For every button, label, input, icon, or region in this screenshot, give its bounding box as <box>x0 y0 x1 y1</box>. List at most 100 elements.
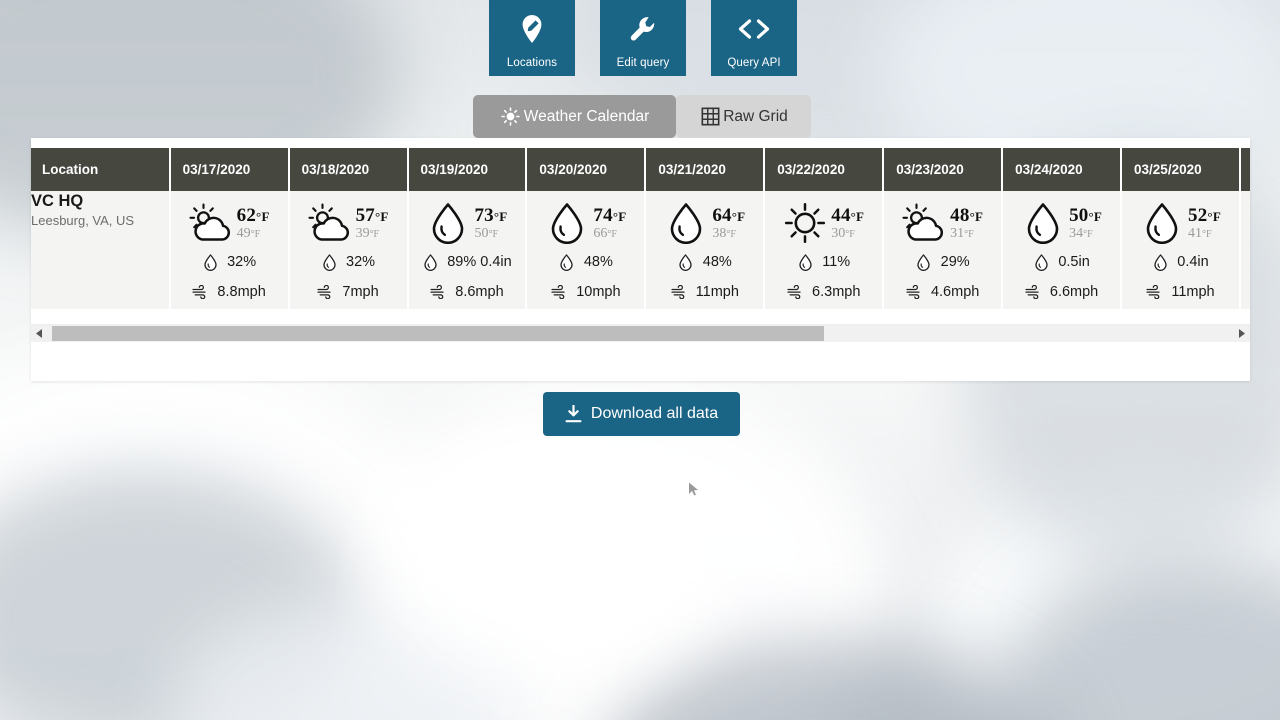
tab-weather-calendar[interactable]: Weather Calendar <box>473 95 676 138</box>
precip-value: 32% <box>227 254 257 270</box>
day-precipitation-row: 89% 0.4in <box>415 247 520 277</box>
day-precipitation-row: 0.5in <box>1009 247 1114 277</box>
high-temperature: 57°F <box>355 204 389 226</box>
day-precipitation-row: 11% <box>771 247 876 277</box>
day-forecast: 59°F37°F 6.4mph <box>1241 191 1250 307</box>
low-temperature: 49°F <box>236 225 261 241</box>
column-header-date[interactable]: 03/26/2020 <box>1240 148 1250 191</box>
wind-icon <box>787 283 803 301</box>
day-cell[interactable]: 62°F 49°F 32% 8.8mph <box>170 191 290 309</box>
download-all-data-button[interactable]: Download all data <box>543 392 740 436</box>
wrench-icon <box>606 1 680 57</box>
wind-icon <box>906 283 922 301</box>
weather-calendar-table: Location 03/17/2020 03/18/2020 03/19/202… <box>31 148 1250 309</box>
low-temperature: 38°F <box>712 225 736 241</box>
table-header: Location 03/17/2020 03/18/2020 03/19/202… <box>31 148 1250 191</box>
day-temperatures: 62°F 49°F <box>237 206 270 241</box>
clear-icon <box>783 201 827 245</box>
wind-value: 11mph <box>1171 284 1215 300</box>
column-header-date[interactable]: 03/24/2020 <box>1003 148 1123 191</box>
day-condition-row: 62°F 49°F <box>177 199 282 247</box>
query-api-button-label: Query API <box>727 57 781 69</box>
column-header-date[interactable]: 03/19/2020 <box>408 148 528 191</box>
wind-icon <box>1146 283 1162 301</box>
day-cell[interactable]: 74°F 66°F 48% 10mph <box>527 191 647 309</box>
locations-button[interactable]: Locations <box>489 0 575 76</box>
day-condition-row: 44°F 30°F <box>771 199 876 247</box>
edit-query-button-label: Edit query <box>616 57 670 69</box>
day-forecast: 50°F 34°F 0.5in 6.6mph <box>1003 191 1120 307</box>
wind-value: 6.6mph <box>1049 284 1099 300</box>
day-forecast: 64°F 38°F 48% 11mph <box>646 191 763 307</box>
high-temperature: 74°F <box>593 204 627 226</box>
precip-value: 32% <box>346 254 376 270</box>
day-wind-row: 11mph <box>1128 277 1233 307</box>
day-wind-row: 6.4mph <box>1247 277 1250 307</box>
day-temperatures: 48°F 31°F <box>950 206 983 241</box>
day-temperatures: 57°F 39°F <box>356 206 389 241</box>
low-temperature: 39°F <box>355 225 380 241</box>
weather-calendar-panel: Location 03/17/2020 03/18/2020 03/19/202… <box>31 138 1250 496</box>
query-api-button[interactable]: Query API <box>711 0 797 76</box>
day-cell[interactable]: 73°F 50°F 89% 0.4in 8.6mph <box>408 191 528 309</box>
download-icon <box>565 405 582 423</box>
day-condition-row: 52°F 41°F <box>1128 199 1233 247</box>
scroll-right-arrow-icon[interactable] <box>1233 325 1250 342</box>
precip-drop-icon <box>202 253 218 271</box>
scrollbar-thumb[interactable] <box>52 326 824 341</box>
day-condition-row: 59°F37°F <box>1247 199 1250 247</box>
column-header-date[interactable]: 03/20/2020 <box>527 148 647 191</box>
location-sublabel: Leesburg, VA, US <box>31 213 135 228</box>
column-header-date[interactable]: 03/23/2020 <box>884 148 1004 191</box>
column-header-location[interactable]: Location <box>31 148 171 191</box>
high-temperature: 50°F <box>1069 204 1103 226</box>
column-header-date[interactable]: 03/22/2020 <box>765 148 885 191</box>
day-temperatures: 44°F 30°F <box>831 206 864 241</box>
day-precipitation-row: 0.4in <box>1128 247 1233 277</box>
day-precipitation-row: 32% <box>177 247 282 277</box>
scroll-left-arrow-icon[interactable] <box>31 325 48 342</box>
day-temperatures: 74°F 66°F <box>593 206 626 241</box>
tab-weather-calendar-label: Weather Calendar <box>523 107 650 125</box>
low-temperature: 66°F <box>593 225 617 241</box>
day-cell[interactable]: 48°F 31°F 29% 4.6mph <box>884 191 1004 309</box>
edit-query-button[interactable]: Edit query <box>600 0 686 76</box>
wind-value: 7mph <box>342 284 379 300</box>
day-cell[interactable]: 57°F 39°F 32% 7mph <box>289 191 409 309</box>
day-forecast: 44°F 30°F 11% 6.3mph <box>765 191 882 307</box>
wind-icon <box>551 283 567 301</box>
day-wind-row: 8.6mph <box>415 277 520 307</box>
download-all-data-label: Download all data <box>590 405 719 422</box>
precip-value: 89% 0.4in <box>447 254 512 270</box>
day-wind-row: 4.6mph <box>890 277 995 307</box>
precip-drop-icon <box>678 253 694 271</box>
tab-raw-grid-label: Raw Grid <box>723 107 788 125</box>
day-cell[interactable]: 50°F 34°F 0.5in 6.6mph <box>1003 191 1123 309</box>
rain-icon <box>664 201 708 245</box>
day-temperatures: 73°F 50°F <box>474 206 507 241</box>
view-tabs: Weather Calendar Raw Grid <box>473 95 811 138</box>
day-cell[interactable]: 59°F37°F 6.4mph <box>1240 191 1250 309</box>
precip-drop-icon <box>321 253 337 271</box>
day-cell[interactable]: 64°F 38°F 48% 11mph <box>646 191 766 309</box>
day-precipitation-row: 29% <box>890 247 995 277</box>
day-precipitation-row: 48% <box>652 247 757 277</box>
high-temperature: 48°F <box>950 204 984 226</box>
day-cell[interactable]: 52°F 41°F 0.4in 11mph <box>1122 191 1241 309</box>
day-wind-row: 11mph <box>652 277 757 307</box>
tab-raw-grid[interactable]: Raw Grid <box>676 95 811 138</box>
scrollbar-track[interactable] <box>48 326 1233 341</box>
wind-icon <box>1025 283 1041 301</box>
precip-value: 29% <box>940 254 970 270</box>
column-header-date[interactable]: 03/25/2020 <box>1122 148 1241 191</box>
precip-value: 0.4in <box>1177 254 1209 270</box>
day-temperatures: 52°F 41°F <box>1188 206 1221 241</box>
day-cell[interactable]: 44°F 30°F 11% 6.3mph <box>765 191 885 309</box>
code-brackets-icon <box>717 1 791 57</box>
column-header-date[interactable]: 03/18/2020 <box>289 148 409 191</box>
column-header-date[interactable]: 03/21/2020 <box>646 148 766 191</box>
table-body: VC HQ Leesburg, VA, US 62°F 49°F 32% 8.8mph… <box>31 191 1250 309</box>
column-header-date[interactable]: 03/17/2020 <box>170 148 290 191</box>
horizontal-scrollbar[interactable] <box>31 324 1250 342</box>
day-condition-row: 64°F 38°F <box>652 199 757 247</box>
